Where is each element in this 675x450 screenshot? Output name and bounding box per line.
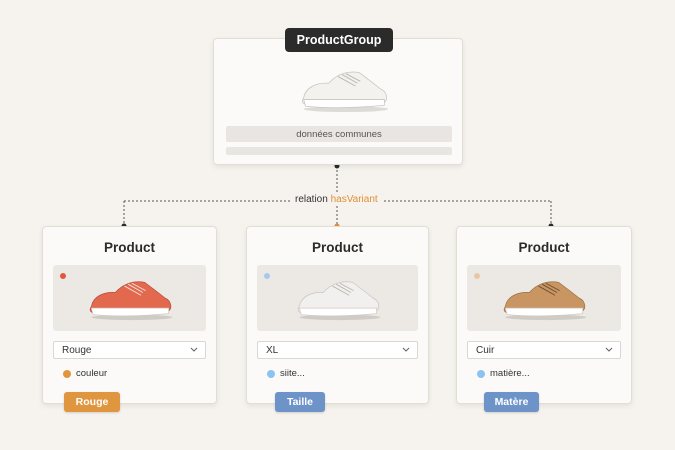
color-dot — [60, 273, 66, 279]
variant-select[interactable]: XL — [257, 341, 418, 359]
variant-tag-taille: Taille — [275, 392, 325, 412]
shoe-image — [503, 281, 587, 321]
product-image — [467, 265, 621, 331]
property-label: couleur — [63, 368, 107, 379]
property-label: matière... — [477, 368, 530, 379]
relation-name: hasVariant — [330, 194, 378, 205]
product-card-3[interactable]: Product Cuir matière... — [456, 226, 632, 404]
chevron-down-icon — [605, 347, 613, 352]
product-title: Product — [311, 240, 363, 255]
shared-data-bar-placeholder — [226, 147, 452, 155]
select-value: Cuir — [476, 344, 495, 356]
product-group-badge: ProductGroup — [285, 28, 393, 52]
shared-data-bar: données communes — [226, 126, 452, 142]
variant-tag-matere: Matère — [484, 392, 539, 412]
product-card-2[interactable]: Product XL siite... — [246, 226, 429, 404]
property-label: siite... — [267, 368, 305, 379]
shoe-image — [89, 281, 172, 321]
relation-prefix: relation — [295, 194, 328, 205]
property-text: siite... — [280, 368, 305, 379]
property-text: couleur — [76, 368, 108, 379]
property-text: matière... — [490, 368, 530, 379]
variant-select[interactable]: Rouge — [53, 341, 206, 359]
property-dot — [63, 369, 71, 378]
color-dot — [264, 273, 270, 279]
variant-select[interactable]: Cuir — [467, 341, 621, 359]
color-dot — [474, 273, 480, 279]
product-group-card[interactable]: données communes — [213, 38, 463, 165]
product-title: Product — [103, 240, 155, 255]
shoe-image — [297, 281, 380, 321]
product-image — [53, 265, 206, 331]
shoe-image — [302, 71, 389, 113]
property-dot — [477, 369, 485, 378]
product-image — [257, 265, 418, 331]
variant-tag-rouge: Rouge — [64, 392, 120, 412]
select-value: XL — [266, 344, 279, 356]
select-value: Rouge — [62, 344, 92, 356]
product-title: Product — [518, 240, 570, 255]
property-dot — [267, 369, 275, 378]
chevron-down-icon — [402, 347, 410, 352]
chevron-down-icon — [190, 347, 198, 352]
relation-label: relation hasVariant — [291, 194, 382, 205]
product-card-1[interactable]: Product Rouge couleur — [42, 226, 217, 404]
